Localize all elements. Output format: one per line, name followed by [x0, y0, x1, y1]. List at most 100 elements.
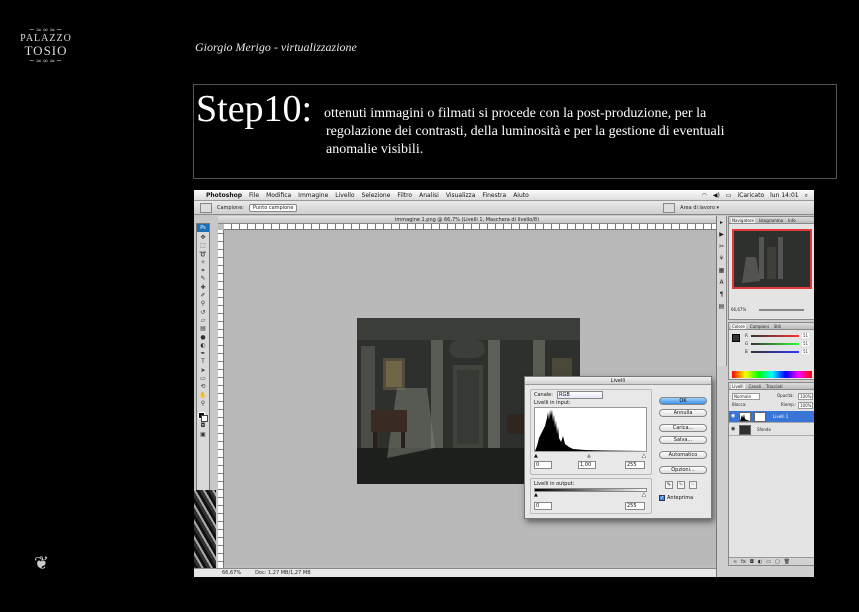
clone-source-icon[interactable]: ▦ — [717, 266, 726, 275]
input-white-slider[interactable]: ▲ — [642, 453, 646, 459]
output-black-field[interactable]: 0 — [534, 502, 552, 510]
layer-name-livelli-1[interactable]: Livelli 1 — [773, 414, 788, 419]
menu-modifica[interactable]: Modifica — [266, 192, 291, 199]
channel-select[interactable]: RGB — [557, 391, 603, 399]
menu-aiuto[interactable]: Aiuto — [513, 192, 529, 199]
magic-wand-tool-icon[interactable]: ✧ — [197, 259, 209, 267]
menu-file[interactable]: File — [249, 192, 259, 199]
black-eyedropper-icon[interactable]: ✎ — [665, 481, 673, 489]
input-gamma-field[interactable]: 1,00 — [578, 461, 596, 469]
menu-analisi[interactable]: Analisi — [419, 192, 439, 199]
history-brush-icon[interactable]: ↺ — [197, 309, 209, 317]
tools-preset-icon[interactable]: ✂ — [717, 242, 726, 251]
gradient-tool-icon[interactable]: ▤ — [197, 325, 209, 333]
annulla-button[interactable]: Annulla — [659, 409, 707, 417]
menu-filtro[interactable]: Filtro — [397, 192, 412, 199]
menubar-clock[interactable]: lun 14:01 — [770, 192, 798, 199]
input-white-field[interactable]: 255 — [625, 461, 645, 469]
tab-campioni[interactable]: Campioni — [749, 324, 770, 329]
levels-dialog-title[interactable]: Livelli — [525, 377, 711, 385]
history-panel-icon[interactable]: ▸ — [717, 218, 726, 227]
channel-g-slider[interactable] — [751, 343, 799, 345]
actions-panel-icon[interactable]: ▶ — [717, 230, 726, 239]
tab-tracciati[interactable]: Tracciati — [765, 384, 784, 389]
eraser-tool-icon[interactable]: ▱ — [197, 317, 209, 325]
levels-adjustment-thumb[interactable] — [739, 412, 751, 422]
channel-b-slider[interactable] — [751, 351, 799, 353]
white-eyedropper-icon[interactable]: ✎ — [689, 481, 697, 489]
sample-select[interactable]: Punto campione — [248, 203, 298, 212]
output-black-slider[interactable]: ▲ — [534, 492, 538, 498]
blend-mode-select[interactable]: Normale — [732, 393, 760, 400]
layer-visibility-eye-icon[interactable]: ◉ — [731, 426, 735, 432]
background-swatch[interactable] — [201, 415, 208, 423]
adjustment-layer-icon[interactable]: ◐ — [758, 559, 762, 565]
input-gamma-slider[interactable]: ▲ — [587, 453, 591, 459]
tab-colore[interactable]: Colore — [731, 323, 746, 329]
menu-visualizza[interactable]: Visualizza — [446, 192, 476, 199]
hand-tool-icon[interactable]: ✋ — [197, 392, 209, 400]
brushes-panel-icon[interactable]: ⚘ — [717, 254, 726, 263]
opzioni-button[interactable]: Opzioni... — [659, 466, 707, 474]
zoom-level[interactable]: 66,67% — [222, 570, 241, 576]
eyedropper-icon[interactable]: ✎ — [197, 275, 209, 283]
tab-navigatore[interactable]: Navigatore — [731, 217, 755, 223]
tab-istogramma[interactable]: Istogramma — [758, 218, 784, 223]
battery-icon[interactable]: ▭ — [726, 192, 732, 199]
spotlight-icon[interactable]: ⌕ — [805, 192, 808, 200]
layer-mask-thumb[interactable] — [754, 412, 766, 422]
new-group-icon[interactable]: ▭ — [766, 559, 771, 565]
ok-button[interactable]: OK — [659, 397, 707, 405]
navigator-zoom[interactable]: 66,67% — [731, 307, 746, 312]
character-panel-icon[interactable]: A — [717, 278, 726, 287]
tab-info[interactable]: Info — [787, 218, 797, 223]
navigator-zoom-slider[interactable] — [759, 309, 804, 311]
color-spectrum-bar[interactable] — [732, 371, 812, 378]
channel-r-slider[interactable] — [751, 335, 799, 337]
eyedropper-tool-icon[interactable] — [200, 202, 212, 213]
blur-tool-icon[interactable]: ● — [197, 334, 209, 342]
lasso-tool-icon[interactable]: ➰ — [197, 251, 209, 259]
dodge-tool-icon[interactable]: ◐ — [197, 342, 209, 350]
move-tool-icon[interactable]: ✥ — [197, 234, 209, 242]
crop-tool-icon[interactable]: ⌗ — [197, 267, 209, 275]
healing-brush-icon[interactable]: ✚ — [197, 284, 209, 292]
brush-tool-icon[interactable]: ✐ — [197, 292, 209, 300]
bridge-icon[interactable] — [663, 202, 676, 213]
wifi-icon[interactable]: ◠ — [702, 192, 707, 199]
layer-row-sfondo[interactable]: ◉ Sfondo — [729, 424, 814, 436]
layer-visibility-eye-icon[interactable]: ◉ — [731, 413, 735, 419]
pen-tool-icon[interactable]: ✒ — [197, 350, 209, 358]
input-black-field[interactable]: 0 — [534, 461, 552, 469]
channel-g-value[interactable]: 51 — [802, 341, 810, 346]
marquee-tool-icon[interactable]: ⬚ — [197, 242, 209, 250]
preview-checkbox[interactable]: ✓ — [659, 495, 665, 501]
stamp-tool-icon[interactable]: ⚲ — [197, 300, 209, 308]
screen-mode-icon[interactable]: ▣ — [197, 431, 209, 439]
quick-mask-icon[interactable]: ◘ — [197, 422, 209, 430]
paragraph-panel-icon[interactable]: ¶ — [717, 290, 726, 299]
menubar-user[interactable]: iCaricato — [737, 192, 764, 199]
input-black-slider[interactable]: ▲ — [534, 453, 538, 459]
new-layer-icon[interactable]: ▢ — [775, 559, 780, 565]
carica-button[interactable]: Carica... — [659, 424, 707, 432]
menu-selezione[interactable]: Selezione — [362, 192, 391, 199]
tab-stili[interactable]: Stili — [773, 324, 782, 329]
menu-livello[interactable]: Livello — [335, 192, 354, 199]
link-layers-icon[interactable]: ∞ — [733, 559, 737, 565]
3d-tool-icon[interactable]: ⟲ — [197, 383, 209, 391]
menu-immagine[interactable]: Immagine — [298, 192, 328, 199]
navigator-thumbnail[interactable] — [732, 229, 812, 289]
notes-panel-icon[interactable]: ▤ — [717, 302, 726, 311]
gray-eyedropper-icon[interactable]: ✎ — [677, 481, 685, 489]
layer-name-sfondo[interactable]: Sfondo — [757, 427, 771, 432]
opacity-field[interactable]: 100% — [798, 393, 814, 400]
workspace-menu[interactable]: Area di lavoro ▾ — [680, 205, 719, 211]
tab-livelli[interactable]: Livelli — [731, 383, 745, 389]
document-size[interactable]: Doc: 1,27 MB/1,27 MB — [255, 570, 311, 576]
volume-icon[interactable]: ◀) — [713, 192, 720, 199]
zoom-tool-icon[interactable]: ⚲ — [197, 400, 209, 408]
add-mask-icon[interactable]: ◘ — [750, 559, 754, 565]
channel-b-value[interactable]: 51 — [802, 349, 810, 354]
color-swatches[interactable] — [197, 412, 209, 423]
